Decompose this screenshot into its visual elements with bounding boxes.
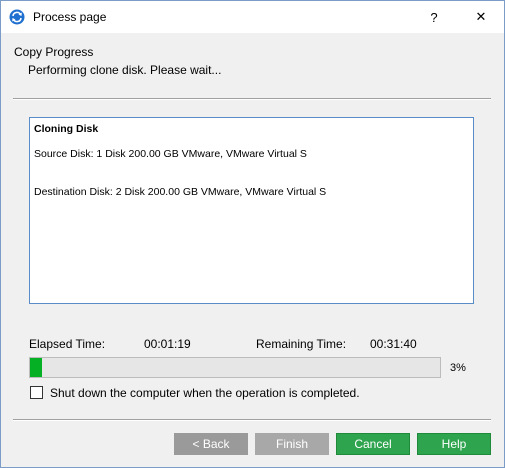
app-refresh-icon: [9, 9, 25, 25]
clone-info-box: Cloning Disk Source Disk: 1 Disk 200.00 …: [29, 117, 474, 304]
page-subheading: Performing clone disk. Please wait...: [28, 63, 222, 77]
cancel-button[interactable]: Cancel: [336, 433, 410, 455]
source-disk-text: Source Disk: 1 Disk 200.00 GB VMware, VM…: [34, 148, 307, 160]
divider-bottom: [13, 419, 491, 421]
time-row: Elapsed Time: 00:01:19 Remaining Time: 0…: [29, 337, 489, 353]
shutdown-label[interactable]: Shut down the computer when the operatio…: [50, 386, 360, 400]
window-title: Process page: [33, 10, 107, 24]
page-header: Copy Progress Performing clone disk. Ple…: [1, 33, 504, 103]
finish-button[interactable]: Finish: [255, 433, 329, 455]
elapsed-time-value: 00:01:19: [144, 337, 191, 351]
progress-percent: 3%: [450, 362, 466, 374]
progress-bar: [29, 357, 441, 378]
remaining-time-value: 00:31:40: [370, 337, 417, 351]
shutdown-checkbox[interactable]: [30, 386, 43, 399]
remaining-time-label: Remaining Time:: [256, 337, 347, 351]
help-button[interactable]: Help: [417, 433, 491, 455]
page-heading: Copy Progress: [14, 45, 94, 59]
process-window: Process page ? ✕ Copy Progress Performin…: [0, 0, 505, 468]
back-button[interactable]: < Back: [174, 433, 248, 455]
divider-top: [13, 98, 491, 100]
help-button-title[interactable]: ?: [411, 1, 457, 33]
title-bar: Process page ? ✕: [1, 1, 504, 33]
clone-info-title: Cloning Disk: [34, 123, 99, 135]
destination-disk-text: Destination Disk: 2 Disk 200.00 GB VMwar…: [34, 186, 327, 198]
close-button[interactable]: ✕: [458, 1, 504, 33]
elapsed-time-label: Elapsed Time:: [29, 337, 106, 351]
progress-fill: [30, 358, 43, 377]
